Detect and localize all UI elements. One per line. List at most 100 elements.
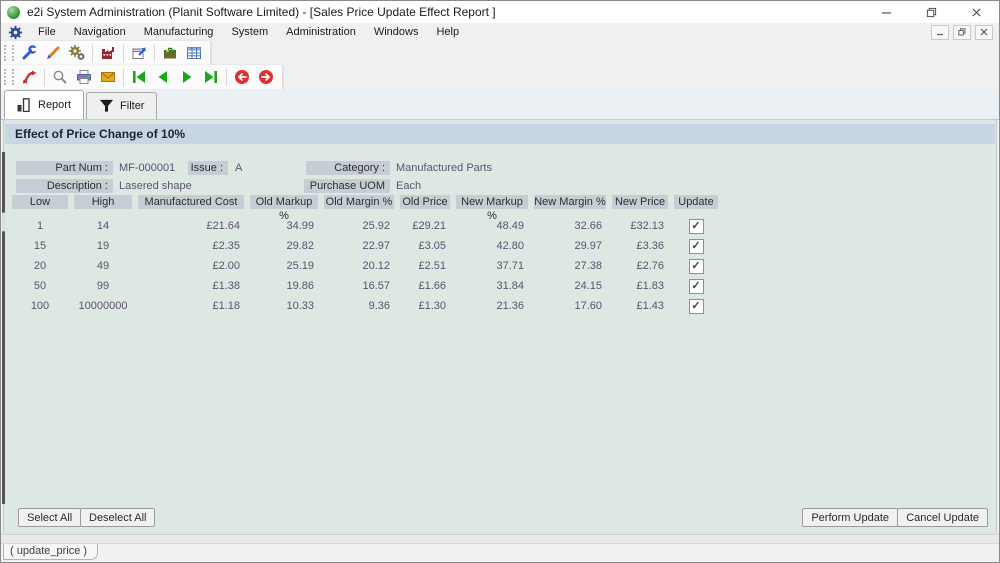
menu-item-administration[interactable]: Administration: [277, 24, 365, 40]
tab-label: Report: [38, 99, 71, 111]
cell-new-markup: 31.84: [456, 280, 528, 292]
table-icon[interactable]: [182, 42, 206, 64]
column-header: New Price: [612, 195, 668, 209]
cell-low: 100: [12, 300, 68, 312]
mdi-close-button[interactable]: [975, 25, 993, 40]
column-header: Old Markup %: [250, 195, 318, 209]
toolbar-separator: [123, 44, 124, 62]
menu-item-help[interactable]: Help: [427, 24, 468, 40]
category-label: Category :: [306, 161, 390, 175]
table-row: 2049£2.0025.1920.12£2.5137.7127.38£2.76✓: [12, 256, 718, 276]
cell-new-margin: 29.97: [534, 240, 606, 252]
issue-label: Issue :: [188, 161, 228, 175]
update-checkbox[interactable]: ✓: [689, 219, 704, 234]
properties-icon[interactable]: [127, 42, 151, 64]
back-icon[interactable]: [230, 66, 254, 88]
window-controls: [864, 1, 999, 23]
menu-item-windows[interactable]: Windows: [365, 24, 428, 40]
cell-cost: £21.64: [138, 220, 244, 232]
cell-new-price: £32.13: [612, 220, 668, 232]
panel-splitter[interactable]: [2, 152, 5, 504]
menu-bar: FileNavigationManufacturingSystemAdminis…: [1, 23, 999, 41]
cell-old-margin: 22.97: [324, 240, 394, 252]
toolbar-grip[interactable]: [4, 45, 14, 61]
minimize-button[interactable]: [864, 1, 909, 23]
column-header: Low: [12, 195, 68, 209]
splitter-handle[interactable]: [2, 212, 5, 232]
description-value: Lasered shape: [119, 179, 192, 193]
issue-value: A: [235, 161, 242, 175]
report-panel: Effect of Price Change of 10% Part Num :…: [3, 119, 997, 535]
cancel-update-button[interactable]: Cancel Update: [897, 508, 988, 527]
purchase-uom-label: Purchase UOM :: [304, 179, 390, 193]
menu-item-system[interactable]: System: [222, 24, 277, 40]
column-header: Manufactured Cost: [138, 195, 244, 209]
tab-report[interactable]: Report: [4, 90, 84, 119]
nav-prev-icon[interactable]: [151, 66, 175, 88]
cell-cost: £1.38: [138, 280, 244, 292]
update-checkbox[interactable]: ✓: [689, 239, 704, 254]
wrench-icon[interactable]: [17, 42, 41, 64]
table-row: 10010000000£1.1810.339.36£1.3021.3617.60…: [12, 296, 718, 316]
cell-new-price: £1.43: [612, 300, 668, 312]
update-checkbox[interactable]: ✓: [689, 259, 704, 274]
email-icon[interactable]: [96, 66, 120, 88]
table-row: 1519£2.3529.8222.97£3.0542.8029.97£3.36✓: [12, 236, 718, 256]
toolbar-grip[interactable]: [4, 69, 14, 85]
forward-icon[interactable]: [254, 66, 278, 88]
cell-new-markup: 48.49: [456, 220, 528, 232]
settings-gear-icon[interactable]: [8, 25, 23, 40]
report-title: Effect of Price Change of 10%: [5, 127, 185, 141]
title-bar: e2i System Administration (Planit Softwa…: [1, 1, 999, 24]
menu-item-navigation[interactable]: Navigation: [65, 24, 135, 40]
cell-new-price: £1.83: [612, 280, 668, 292]
cell-old-markup: 29.82: [250, 240, 318, 252]
factory-icon[interactable]: [96, 42, 120, 64]
cell-high: 10000000: [74, 300, 132, 312]
column-header: Update: [674, 195, 718, 209]
menu-item-file[interactable]: File: [29, 24, 65, 40]
cell-old-markup: 25.19: [250, 260, 318, 272]
cell-high: 49: [74, 260, 132, 272]
pdf-icon[interactable]: [17, 66, 41, 88]
update-checkbox[interactable]: ✓: [689, 279, 704, 294]
cell-old-markup: 19.86: [250, 280, 318, 292]
purchase-uom-value: Each: [396, 179, 421, 193]
cell-old-markup: 10.33: [250, 300, 318, 312]
bar-chart-icon: [17, 98, 32, 112]
mdi-minimize-button[interactable]: [931, 25, 949, 40]
cell-low: 50: [12, 280, 68, 292]
nav-next-icon[interactable]: [175, 66, 199, 88]
menu-item-manufacturing[interactable]: Manufacturing: [135, 24, 223, 40]
cell-new-markup: 42.80: [456, 240, 528, 252]
part-num-value: MF-000001: [119, 161, 175, 175]
perform-update-button[interactable]: Perform Update: [802, 508, 898, 527]
toolbar-separator: [92, 44, 93, 62]
category-value: Manufactured Parts: [396, 161, 492, 175]
cell-new-price: £2.76: [612, 260, 668, 272]
gears-icon[interactable]: [65, 42, 89, 64]
cell-new-margin: 27.38: [534, 260, 606, 272]
cell-old-markup: 34.99: [250, 220, 318, 232]
column-header: High: [74, 195, 132, 209]
deselect-all-button[interactable]: Deselect All: [80, 508, 155, 527]
toolbox-icon[interactable]: [158, 42, 182, 64]
mdi-restore-button[interactable]: [953, 25, 971, 40]
cell-new-price: £3.36: [612, 240, 668, 252]
close-button[interactable]: [954, 1, 999, 23]
cell-high: 14: [74, 220, 132, 232]
tab-filter[interactable]: Filter: [86, 92, 157, 119]
print-icon[interactable]: [72, 66, 96, 88]
nav-last-icon[interactable]: [199, 66, 223, 88]
brush-icon[interactable]: [41, 42, 65, 64]
nav-first-icon[interactable]: [127, 66, 151, 88]
zoom-icon[interactable]: [48, 66, 72, 88]
update-checkbox[interactable]: ✓: [689, 299, 704, 314]
table-row: 5099£1.3819.8616.57£1.6631.8424.15£1.83✓: [12, 276, 718, 296]
select-all-button[interactable]: Select All: [18, 508, 81, 527]
cell-update: ✓: [674, 219, 718, 234]
restore-button[interactable]: [909, 1, 954, 23]
cell-old-margin: 25.92: [324, 220, 394, 232]
report-toolbar: [1, 65, 282, 90]
column-header: Old Margin %: [324, 195, 394, 209]
